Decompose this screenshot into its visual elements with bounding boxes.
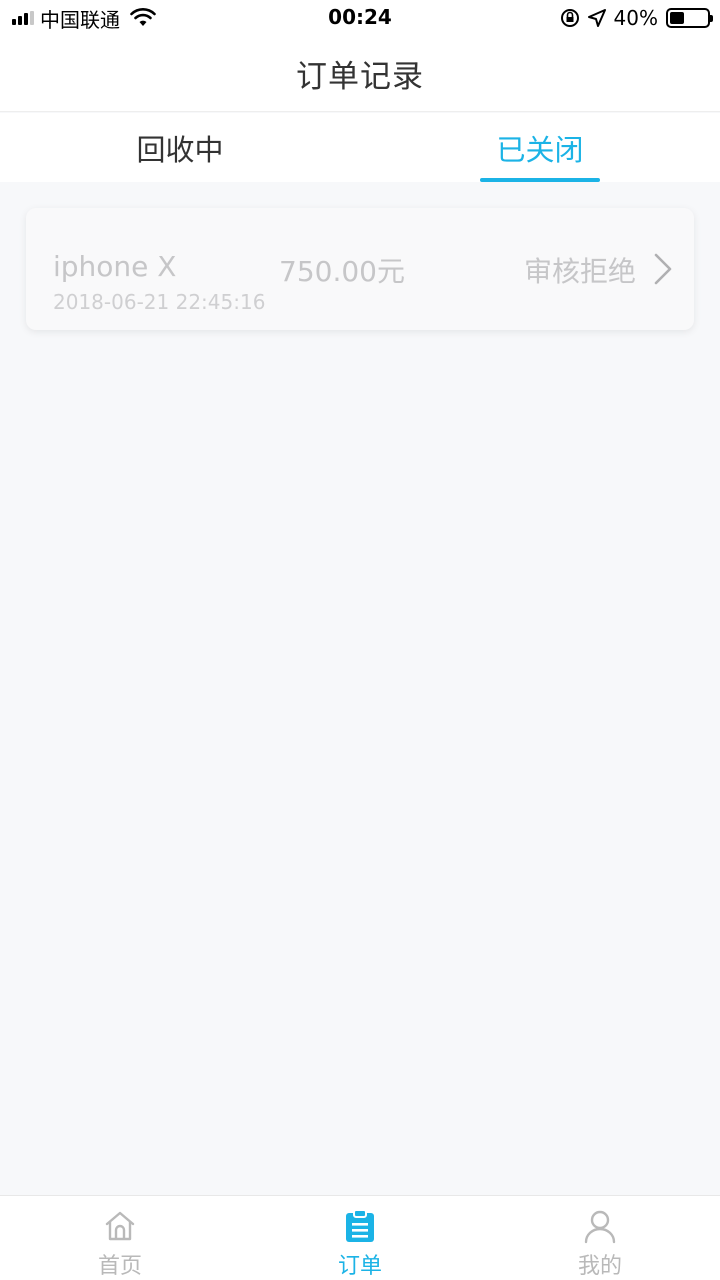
nav-bar: 订单记录 xyxy=(0,36,720,112)
tabbar-home-label: 首页 xyxy=(97,1254,142,1279)
order-date: 2018-06-21 22:45:16 xyxy=(53,290,266,314)
chevron-right-icon xyxy=(654,253,672,285)
user-icon xyxy=(584,1210,616,1244)
tab-closed-label: 已关闭 xyxy=(496,132,584,167)
page-title: 订单记录 xyxy=(296,59,424,95)
battery-percent: 40% xyxy=(613,6,658,30)
order-card[interactable]: iphone X 750.00元 2018-06-21 22:45:16 审核拒… xyxy=(26,208,694,330)
tab-closed[interactable]: 已关闭 xyxy=(360,113,720,182)
battery-icon xyxy=(666,8,713,28)
tabbar-orders[interactable]: 订单 xyxy=(240,1196,480,1280)
location-icon xyxy=(587,9,606,27)
order-list: iphone X 750.00元 2018-06-21 22:45:16 审核拒… xyxy=(0,182,720,1195)
tab-recycling[interactable]: 回收中 xyxy=(0,113,360,182)
tabbar-orders-label: 订单 xyxy=(337,1254,382,1279)
order-tabs: 回收中 已关闭 xyxy=(0,113,720,182)
orientation-lock-icon xyxy=(560,9,579,27)
tabbar-home[interactable]: 首页 xyxy=(0,1196,240,1280)
status-right: 40% xyxy=(560,6,713,30)
tabbar-profile-label: 我的 xyxy=(577,1254,622,1279)
status-bar: 中国联通 00:24 40% xyxy=(0,0,720,36)
home-icon xyxy=(105,1211,135,1241)
battery-fill xyxy=(670,12,685,24)
order-price: 750.00元 xyxy=(279,255,405,288)
order-status: 审核拒绝 xyxy=(523,255,636,288)
tabbar-profile[interactable]: 我的 xyxy=(480,1196,720,1280)
order-product-name: iphone X xyxy=(53,250,177,283)
tab-recycling-label: 回收中 xyxy=(136,132,224,167)
order-icon xyxy=(346,1209,374,1242)
bottom-tab-bar: 首页 订单 我的 xyxy=(0,1195,720,1280)
